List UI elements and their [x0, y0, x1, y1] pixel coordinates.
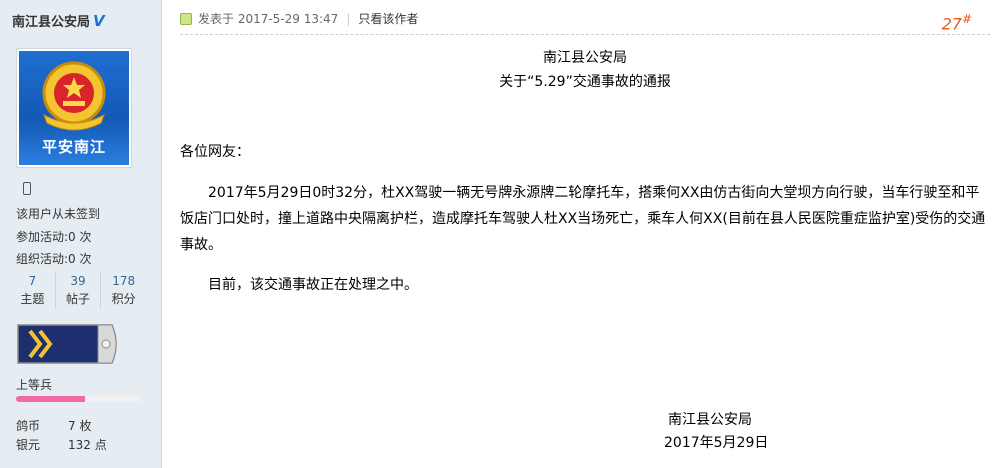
avatar[interactable]: 平安南江 — [16, 48, 132, 168]
notice-status: 目前，该交通事故正在处理之中。 — [208, 277, 418, 293]
stat-label: 帖子 — [66, 292, 91, 306]
separator: | — [346, 11, 351, 26]
verified-badge-icon: V — [93, 12, 105, 30]
stat-value: 7 — [28, 274, 37, 288]
police-emblem-image: 平安南江 — [19, 51, 129, 165]
online-status-icon — [180, 12, 192, 25]
notice-title: 关于“5.29”交通事故的通报 — [499, 74, 671, 90]
currency-value: 7 枚 — [68, 419, 92, 433]
activities-organized: 组织活动:0 次 — [16, 252, 92, 266]
user-sidebar: 南江县公安局 V 平安南江 该用户从未签到 参加活动:0 次 组织活动:0 次 7… — [0, 0, 162, 468]
mobile-phone-icon — [23, 182, 31, 195]
user-name-row: 南江县公安局 V — [12, 11, 105, 30]
signin-status: 该用户从未签到 — [16, 207, 101, 221]
currency-pigeon-coins: 鸽币 7 枚 — [16, 417, 91, 434]
avatar-caption: 平安南江 — [41, 138, 106, 156]
meta-divider — [180, 34, 990, 35]
rank-progress-fill — [16, 396, 86, 402]
notice-date: 2017年5月29日 — [664, 435, 769, 451]
currency-key: 银元 — [16, 438, 41, 452]
post-time: 发表于 2017-5-29 13:47 — [198, 12, 339, 26]
post-content: 南江县公安局 关于“5.29”交通事故的通报 各位网友： 2017年5月29日0… — [180, 46, 990, 451]
stat-points[interactable]: 178 积分 — [100, 272, 146, 308]
rank-insignia-icon — [17, 324, 117, 364]
user-name[interactable]: 南江县公安局 — [12, 15, 90, 30]
notice-signature: 南江县公安局 — [668, 412, 752, 428]
floor-number[interactable]: 27# — [942, 12, 972, 33]
post-area: 发表于 2017-5-29 13:47 | 只看该作者 27# 南江县公安局 关… — [162, 0, 1008, 468]
activities-joined: 参加活动:0 次 — [16, 230, 92, 244]
stat-label: 积分 — [111, 292, 136, 306]
post-meta: 发表于 2017-5-29 13:47 | 只看该作者 — [180, 10, 418, 27]
stat-value: 178 — [112, 274, 136, 288]
user-stats: 7 主题 39 帖子 178 积分 — [10, 272, 146, 308]
stat-topics[interactable]: 7 主题 — [10, 272, 55, 308]
currency-key: 鸽币 — [16, 419, 41, 433]
rank-progress-bar — [16, 396, 142, 402]
only-author-link[interactable]: 只看该作者 — [358, 10, 418, 27]
stat-value: 39 — [70, 274, 86, 288]
stat-posts[interactable]: 39 帖子 — [54, 272, 101, 308]
notice-body: 2017年5月29日0时32分，杜XX驾驶一辆无号牌永源牌二轮摩托车，搭乘何XX… — [180, 185, 986, 253]
greeting: 各位网友： — [180, 144, 250, 160]
rank-name: 上等兵 — [16, 378, 53, 392]
stat-label: 主题 — [20, 292, 45, 306]
currency-value: 132 点 — [68, 438, 107, 452]
floor-mark: # — [961, 12, 972, 26]
currency-silver: 银元 132 点 — [16, 436, 107, 453]
floor-value: 27 — [941, 14, 962, 34]
notice-heading: 南江县公安局 — [543, 50, 627, 66]
police-badge-icon — [42, 61, 106, 131]
